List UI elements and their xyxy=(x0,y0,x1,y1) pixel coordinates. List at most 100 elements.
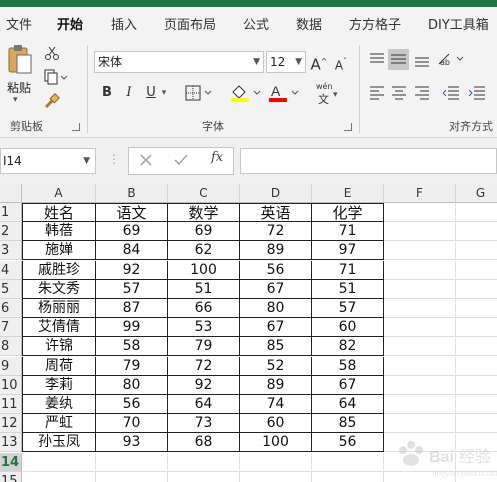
cell-d14[interactable] xyxy=(240,452,312,472)
cell-a11[interactable]: 姜纨 xyxy=(22,395,96,414)
cell-b15[interactable] xyxy=(96,471,168,482)
cell-e7[interactable]: 60 xyxy=(312,318,384,338)
cell-b14[interactable] xyxy=(96,452,168,472)
clipboard-launcher-icon[interactable] xyxy=(72,123,80,131)
cell-d4[interactable]: 56 xyxy=(240,260,312,280)
cell-c7[interactable]: 53 xyxy=(168,318,240,338)
tab-formulas[interactable]: 公式 xyxy=(243,14,269,33)
cell-a8[interactable]: 许锦 xyxy=(22,337,96,357)
orientation-icon[interactable]: ab xyxy=(437,51,465,70)
cell-g12[interactable] xyxy=(456,414,497,434)
cell-f11[interactable] xyxy=(384,395,456,414)
cell-f7[interactable] xyxy=(384,318,456,338)
cell-b12[interactable]: 70 xyxy=(96,414,168,434)
column-header-f[interactable]: F xyxy=(384,184,456,203)
font-grow-icon[interactable]: A^ xyxy=(308,51,330,73)
paste-label[interactable]: 粘贴 xyxy=(7,79,31,96)
paste-dropdown-icon[interactable]: ▾ xyxy=(13,95,18,105)
row-header-4[interactable]: 4 xyxy=(0,260,22,280)
cell-d9[interactable]: 52 xyxy=(240,356,312,376)
cell-e8[interactable]: 82 xyxy=(312,337,384,357)
row-header-6[interactable]: 6 xyxy=(0,299,22,318)
scissors-icon[interactable] xyxy=(44,45,60,64)
cell-g10[interactable] xyxy=(456,376,497,395)
cancel-icon[interactable] xyxy=(140,154,152,169)
column-header-c[interactable]: C xyxy=(168,184,240,203)
cell-b1[interactable]: 语文 xyxy=(96,203,168,222)
border-icon[interactable] xyxy=(185,85,213,104)
cell-e13[interactable]: 56 xyxy=(312,433,384,453)
cell-g9[interactable] xyxy=(456,357,497,376)
cell-f3[interactable] xyxy=(384,241,456,261)
cell-a7[interactable]: 艾倩倩 xyxy=(22,318,96,338)
cell-d12[interactable]: 60 xyxy=(240,414,312,434)
cell-d2[interactable]: 72 xyxy=(240,222,312,242)
cell-e11[interactable]: 64 xyxy=(312,395,384,414)
row-header-13[interactable]: 13 xyxy=(0,433,22,453)
row-header-14[interactable]: 14 xyxy=(0,452,22,472)
name-box[interactable]: I14 ▼ xyxy=(0,148,96,174)
font-launcher-icon[interactable] xyxy=(344,123,352,131)
cell-d3[interactable]: 89 xyxy=(240,241,312,261)
cell-f2[interactable] xyxy=(384,222,456,242)
cell-c14[interactable] xyxy=(168,452,240,472)
align-left-icon[interactable] xyxy=(369,86,385,103)
cell-b6[interactable]: 87 xyxy=(96,299,168,318)
font-shrink-icon[interactable]: Aˇ xyxy=(330,51,352,73)
cell-b4[interactable]: 92 xyxy=(96,260,168,280)
cell-a12[interactable]: 严虹 xyxy=(22,414,96,434)
cell-f12[interactable] xyxy=(384,414,456,434)
formula-input[interactable] xyxy=(240,148,497,174)
row-header-15[interactable]: 15 xyxy=(0,471,22,482)
cell-c12[interactable]: 73 xyxy=(168,414,240,434)
cell-c10[interactable]: 92 xyxy=(168,375,240,395)
row-header-5[interactable]: 5 xyxy=(0,279,22,299)
cell-d15[interactable] xyxy=(240,471,312,482)
cell-d6[interactable]: 80 xyxy=(240,299,312,318)
cell-f5[interactable] xyxy=(384,279,456,299)
fill-color-icon[interactable] xyxy=(230,83,262,106)
cell-a14[interactable] xyxy=(22,452,96,472)
cell-c6[interactable]: 66 xyxy=(168,299,240,318)
row-header-12[interactable]: 12 xyxy=(0,414,22,434)
cell-b13[interactable]: 93 xyxy=(96,433,168,453)
cell-a4[interactable]: 戚胜珍 xyxy=(22,260,96,280)
cell-e12[interactable]: 85 xyxy=(312,414,384,434)
cell-c13[interactable]: 68 xyxy=(168,433,240,453)
align-center-icon[interactable] xyxy=(391,86,407,103)
cell-e5[interactable]: 51 xyxy=(312,279,384,299)
cell-a13[interactable]: 孙玉凤 xyxy=(22,433,96,453)
row-header-1[interactable]: 1 xyxy=(0,203,22,222)
cell-g1[interactable] xyxy=(456,203,497,222)
cell-g7[interactable] xyxy=(456,318,497,338)
cell-c3[interactable]: 62 xyxy=(168,241,240,261)
cell-g11[interactable] xyxy=(456,395,497,414)
tab-fangfang[interactable]: 方方格子 xyxy=(349,14,401,33)
cell-b9[interactable]: 79 xyxy=(96,356,168,376)
column-header-e[interactable]: E xyxy=(312,184,384,203)
copy-icon[interactable] xyxy=(44,69,68,88)
cell-e6[interactable]: 57 xyxy=(312,299,384,318)
tab-insert[interactable]: 插入 xyxy=(111,14,137,33)
cell-d11[interactable]: 74 xyxy=(240,395,312,414)
italic-icon[interactable]: I xyxy=(118,82,140,104)
align-right-icon[interactable] xyxy=(414,86,430,103)
font-name-select[interactable]: 宋体 ▼ xyxy=(94,51,264,73)
cell-a1[interactable]: 姓名 xyxy=(22,203,96,222)
column-header-d[interactable]: D xyxy=(240,184,312,203)
font-color-icon[interactable]: A xyxy=(268,83,300,106)
cell-e3[interactable]: 97 xyxy=(312,241,384,261)
cell-b7[interactable]: 99 xyxy=(96,318,168,338)
tab-home[interactable]: 开始 xyxy=(57,14,83,33)
decrease-indent-icon[interactable] xyxy=(442,86,460,103)
cell-e4[interactable]: 71 xyxy=(312,260,384,280)
cell-c8[interactable]: 79 xyxy=(168,337,240,357)
font-size-select[interactable]: 12 ▼ xyxy=(266,51,306,73)
cell-c9[interactable]: 72 xyxy=(168,356,240,376)
column-header-b[interactable]: B xyxy=(96,184,168,203)
cell-g2[interactable] xyxy=(456,222,497,242)
bold-icon[interactable]: B xyxy=(96,82,118,104)
enter-icon[interactable] xyxy=(174,154,188,169)
row-header-9[interactable]: 9 xyxy=(0,356,22,376)
cell-f9[interactable] xyxy=(384,356,456,376)
